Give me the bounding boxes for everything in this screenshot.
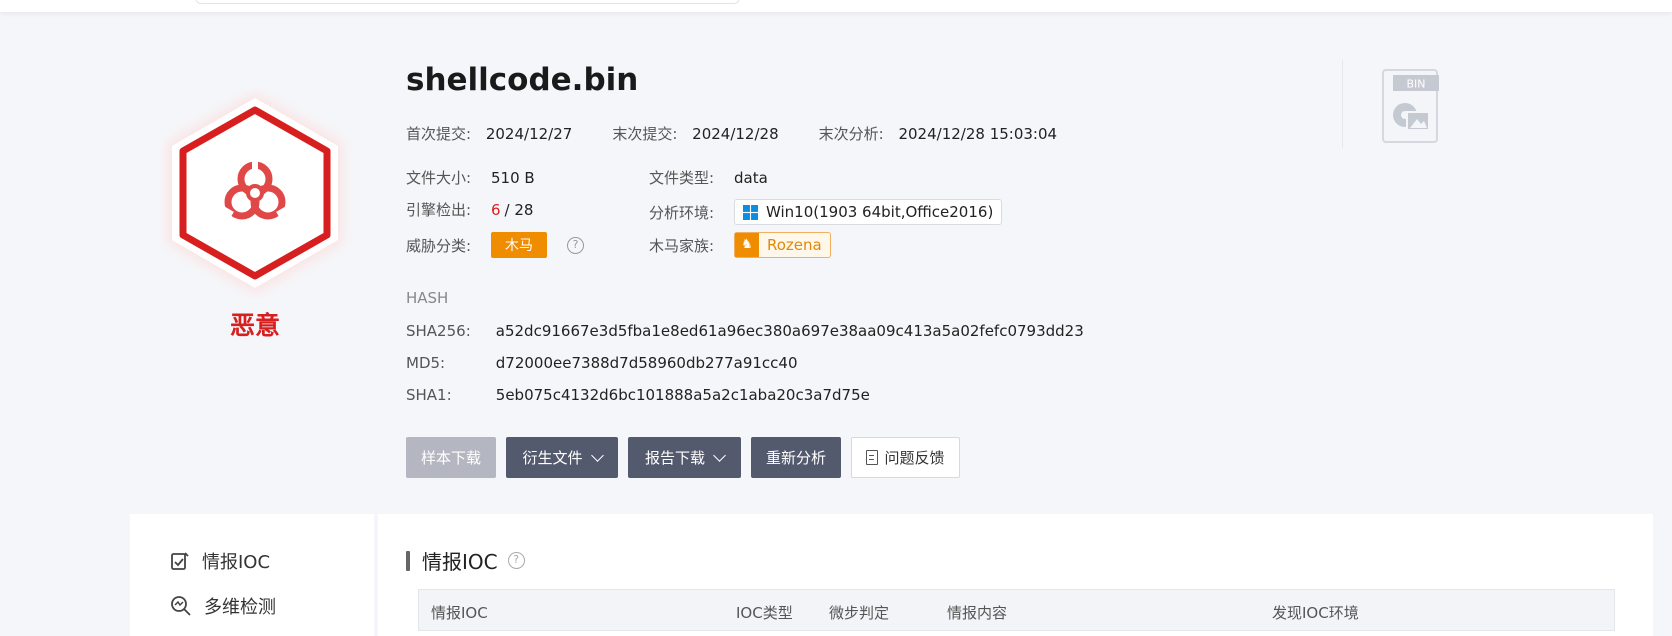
section-title-text: 情报IOC — [422, 550, 498, 574]
sidebar-item-ioc[interactable]: 情报IOC — [170, 548, 270, 574]
first-submit-value: 2024/12/27 — [485, 125, 573, 143]
report-download-label: 报告下载 — [644, 449, 705, 467]
sha1-row: SHA1: 5eb075c4132d6bc101888a5a2c1aba20c3… — [406, 386, 870, 404]
search-input[interactable] — [195, 0, 740, 4]
section-bar — [406, 550, 410, 571]
column-header: 微步判定 — [829, 604, 890, 622]
sha1-label: SHA1: — [406, 386, 452, 404]
download-sample-label: 样本下载 — [420, 449, 481, 467]
analysis-env-badge: Win10(1903 64bit,Office2016) — [734, 199, 1003, 225]
column-header: 发现IOC环境 — [1272, 604, 1359, 622]
md5-label: MD5: — [406, 354, 446, 372]
feedback-button[interactable]: 问题反馈 — [851, 437, 960, 478]
search-scan-icon — [171, 596, 191, 616]
last-submit-value: 2024/12/28 — [692, 125, 779, 143]
engine-hits-count: 6 — [491, 200, 501, 219]
top-bar — [0, 0, 1672, 12]
sidebar-item-label: 情报IOC — [202, 552, 271, 573]
threat-label: 威胁分类: — [406, 236, 472, 255]
column-header: 情报IOC — [431, 604, 488, 622]
file-type-badge: BIN — [1406, 78, 1425, 91]
file-type-row: 文件类型: data — [649, 167, 768, 188]
column-header: IOC类型 — [736, 604, 793, 622]
verdict-badge: 恶意 — [150, 88, 360, 348]
main-panel: 情报IOC ? 情报IOC IOC类型 微步判定 情报内容 发现IOC环境 — [378, 514, 1653, 636]
analysis-env-value: Win10(1903 64bit,Office2016) — [766, 203, 994, 221]
file-size-value: 510 B — [491, 168, 535, 187]
reanalyze-button[interactable]: 重新分析 — [751, 437, 841, 478]
derived-files-label: 衍生文件 — [522, 449, 583, 467]
chevron-down-icon — [713, 449, 726, 462]
trojan-family-row: 木马家族: ♞ Rozena — [649, 232, 831, 258]
engine-hits-row: 引擎检出: 6 / 28 — [406, 199, 533, 220]
last-submit-label: 末次提交: — [612, 125, 678, 143]
hash-heading: HASH — [406, 289, 449, 307]
file-size-row: 文件大小: 510 B — [406, 167, 535, 188]
sidebar-item-multi-detection[interactable]: 多维检测 — [170, 593, 276, 619]
section-title: 情报IOC ? — [406, 546, 525, 575]
engine-hits-label: 引擎检出: — [406, 201, 472, 219]
download-sample-button[interactable]: 样本下载 — [406, 437, 496, 478]
threat-row: 威胁分类: 木马 ? — [406, 232, 584, 258]
first-submit-label: 首次提交: — [406, 125, 472, 143]
help-icon[interactable]: ? — [567, 236, 584, 254]
header-divider — [1342, 60, 1343, 148]
file-name: shellcode.bin — [406, 62, 639, 98]
engine-total: / 28 — [504, 200, 534, 219]
file-size-label: 文件大小: — [406, 169, 472, 187]
analysis-env-label: 分析环境: — [649, 203, 715, 222]
reanalyze-label: 重新分析 — [765, 449, 826, 467]
help-icon[interactable]: ? — [507, 552, 525, 569]
last-analysis-value: 2024/12/28 15:03:04 — [898, 125, 1058, 143]
last-analysis-label: 末次分析: — [818, 125, 884, 143]
trojan-family-label: 木马家族: — [649, 236, 715, 255]
bin-file-icon: BIN — [1382, 69, 1439, 143]
sidebar: 情报IOC 多维检测 — [130, 514, 374, 636]
document-icon — [866, 450, 879, 465]
file-type-label: 文件类型: — [649, 169, 715, 187]
trojan-family-badge[interactable]: ♞ Rozena — [734, 232, 831, 258]
derived-files-button[interactable]: 衍生文件 — [506, 437, 618, 478]
sha256-row: SHA256: a52dc91667e3d5fba1e8ed61a96ec380… — [406, 322, 1084, 340]
ioc-table-header: 情报IOC IOC类型 微步判定 情报内容 发现IOC环境 — [418, 589, 1615, 631]
trojan-family-value: Rozena — [767, 236, 822, 254]
analysis-env-row: 分析环境: Win10(1903 64bit,Office2016) — [649, 199, 1003, 225]
sha256-value[interactable]: a52dc91667e3d5fba1e8ed61a96ec380a697e38a… — [496, 322, 1084, 340]
column-header: 情报内容 — [947, 604, 1008, 622]
md5-row: MD5: d72000ee7388d7d58960db277a91cc40 — [406, 354, 798, 372]
checklist-icon — [171, 552, 189, 570]
sidebar-item-label: 多维检测 — [204, 597, 276, 618]
feedback-label: 问题反馈 — [884, 449, 945, 467]
verdict-label: 恶意 — [229, 311, 280, 340]
report-download-button[interactable]: 报告下载 — [628, 437, 741, 478]
sha256-label: SHA256: — [406, 322, 471, 340]
windows-icon — [743, 204, 758, 220]
file-type-value: data — [734, 168, 768, 187]
md5-value[interactable]: d72000ee7388d7d58960db277a91cc40 — [496, 354, 798, 372]
sha1-value[interactable]: 5eb075c4132d6bc101888a5a2c1aba20c3a7d75e — [496, 386, 870, 404]
horse-icon: ♞ — [735, 233, 759, 257]
chevron-down-icon — [590, 449, 604, 462]
threat-badge: 木马 — [491, 232, 547, 258]
malicious-hex-icon — [168, 93, 342, 293]
submission-dates: 首次提交: 2024/12/27 末次提交: 2024/12/28 末次分析: … — [406, 123, 1097, 144]
